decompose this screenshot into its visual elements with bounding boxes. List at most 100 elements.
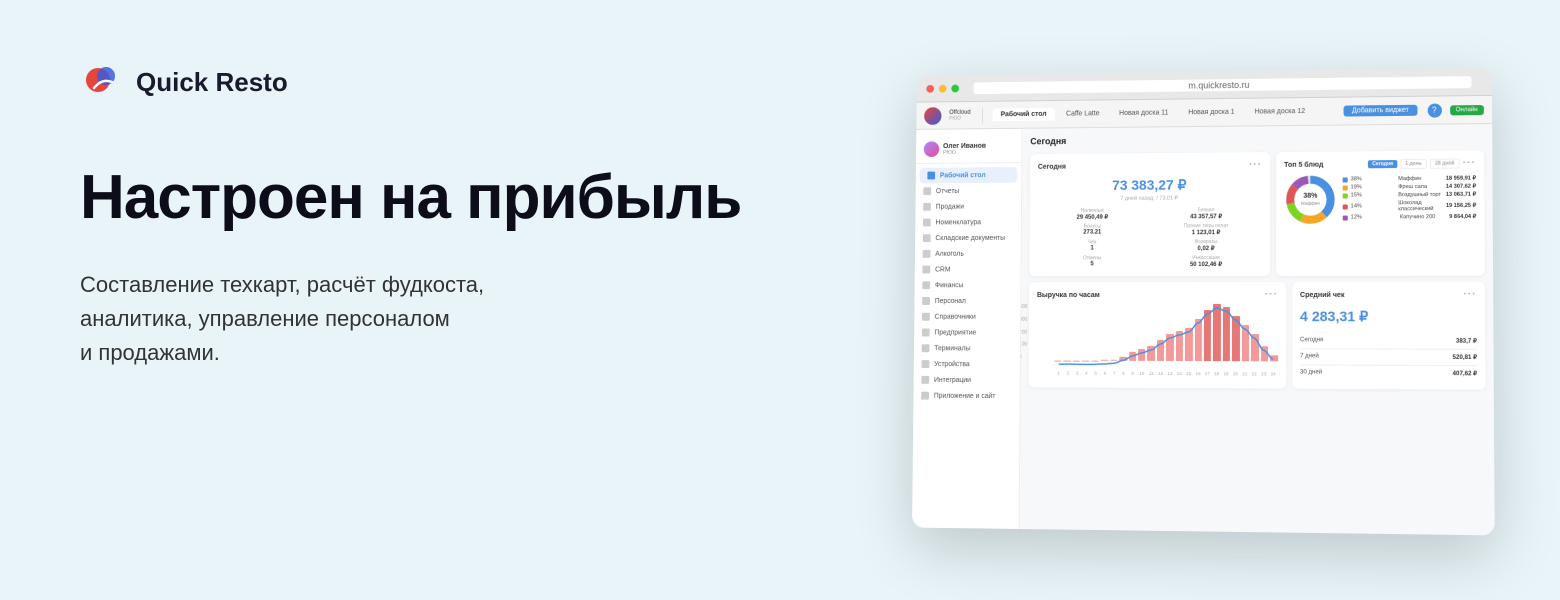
logo-area: Quick Resto <box>80 60 778 104</box>
donut-area: 38% Маффин 38% Маффин 18 959,91 ₽ <box>1284 173 1476 226</box>
avg-row-today: Сегодня 383,7 ₽ <box>1300 333 1477 350</box>
tab-dashboard[interactable]: Рабочий стол <box>993 108 1055 121</box>
sidebar-item-app[interactable]: Приложение и сайт <box>913 388 1019 404</box>
alcohol-icon <box>923 250 931 258</box>
stat-card: Безнал 43 357,57 ₽ <box>1151 207 1263 220</box>
tab-caffe[interactable]: Caffe Latte <box>1058 107 1107 120</box>
status-badge: Онлайн <box>1450 105 1484 115</box>
avg-menu[interactable]: ··· <box>1463 290 1476 300</box>
top-dishes-card: Топ 5 блюд Сегодня 1 день 28 дней ··· <box>1276 150 1485 276</box>
avg-title: Средний чек ··· <box>1300 290 1477 300</box>
dashboard-mockup: m.quickresto.ru OffcloudРЮО Рабочий стол… <box>912 68 1495 536</box>
bars-and-line <box>1054 304 1278 369</box>
today-card-title: Сегодня ··· <box>1038 160 1262 172</box>
legend-dot-4 <box>1343 215 1348 220</box>
avg-card: Средний чек ··· 4 283,31 ₽ Сегодня 383,7… <box>1292 282 1486 390</box>
chart-area: 400 300 200 100 0 <box>1036 304 1277 374</box>
references-icon <box>922 313 930 321</box>
legend-item-3: 14% Шоколад классический 19 156,25 ₽ <box>1343 200 1477 213</box>
y-axis: 400 300 200 100 0 <box>1020 304 1028 361</box>
period-28days-btn[interactable]: 28 дней <box>1430 159 1460 169</box>
legend-dot-0 <box>1343 177 1348 182</box>
legend-item-2: 15% Воздушный торт 13 063,71 ₽ <box>1343 192 1477 199</box>
avg-amount: 4 283,31 ₽ <box>1300 308 1477 325</box>
stat-cash: Наличные 29 450,49 ₽ <box>1038 208 1148 221</box>
subtext: Составление техкарт, расчёт фудкоста, ан… <box>80 268 600 370</box>
sidebar-item-reports[interactable]: Отчеты <box>916 183 1022 199</box>
revenue-line <box>1059 308 1273 365</box>
revenue-menu[interactable]: ··· <box>1265 290 1278 300</box>
today-stats: Наличные 29 450,49 ₽ Безнал 43 357,57 ₽ … <box>1037 207 1262 268</box>
today-card: Сегодня ··· 73 383,27 ₽ 7 дней назад: / … <box>1029 152 1270 276</box>
sidebar-item-alcohol[interactable]: Алкоголь <box>915 246 1021 262</box>
tab-divider <box>982 107 983 123</box>
help-icon[interactable]: ? <box>1427 103 1441 117</box>
left-panel: Quick Resto Настроен на прибыль Составле… <box>0 0 858 600</box>
avg-row-30days: 30 дней 407,62 ₽ <box>1300 365 1477 381</box>
finance-icon <box>922 281 930 289</box>
today-subtitle: 7 дней назад: / 73,01 ₽ <box>1038 195 1262 202</box>
sales-icon <box>923 203 931 211</box>
legend-dot-2 <box>1343 193 1348 198</box>
tab-company: OffcloudРЮО <box>949 109 971 121</box>
app-icon <box>921 392 929 400</box>
browser-close-dot <box>926 84 934 92</box>
period-1day-btn[interactable]: 1 день <box>1400 159 1427 169</box>
legend-item-1: 19% Фреш сала 14 307,62 ₽ <box>1343 184 1477 191</box>
dash-body: Олег Иванов РЮО Рабочий стол Отчеты Прод… <box>912 124 1495 535</box>
chart-wrapper: 400 300 200 100 0 <box>1036 304 1277 377</box>
svg-text:Маффин: Маффин <box>1301 201 1320 206</box>
top-cards-row: Сегодня ··· 73 383,27 ₽ 7 дней назад: / … <box>1029 150 1485 276</box>
sidebar-item-dashboard[interactable]: Рабочий стол <box>920 167 1018 183</box>
stat-cancels: Отмены 5 <box>1037 255 1147 268</box>
sidebar-item-menu[interactable]: Номенклатура <box>915 214 1021 230</box>
sidebar-item-warehouse[interactable]: Складские документы <box>915 230 1021 246</box>
browser-url: m.quickresto.ru <box>973 76 1471 94</box>
sidebar-avatar <box>924 141 940 157</box>
enterprise-icon <box>922 329 930 337</box>
sidebar-user: Олег Иванов РЮО <box>916 137 1022 164</box>
avg-rows: Сегодня 383,7 ₽ 7 дней 520,81 ₽ 30 дней … <box>1300 333 1477 381</box>
tab-board1[interactable]: Новая доска 11 <box>1111 106 1176 120</box>
sidebar-item-integrations[interactable]: Интеграции <box>914 372 1020 388</box>
sidebar-item-references[interactable]: Справочники <box>914 309 1020 325</box>
content-title: Сегодня <box>1030 132 1484 146</box>
sidebar-item-finance[interactable]: Финансы <box>915 277 1021 293</box>
tab-board2[interactable]: Новая доска 1 <box>1180 106 1242 120</box>
sidebar-item-staff[interactable]: Персонал <box>914 293 1020 309</box>
period-today-btn[interactable]: Сегодня <box>1368 160 1397 168</box>
revenue-title: Выручка по часам ··· <box>1037 290 1278 300</box>
today-card-menu[interactable]: ··· <box>1249 160 1262 170</box>
terminals-icon <box>922 344 930 352</box>
sidebar-item-terminals[interactable]: Терминалы <box>914 340 1020 356</box>
crm-icon <box>923 266 931 274</box>
today-amount: 73 383,27 ₽ <box>1038 176 1262 194</box>
top-dishes-menu[interactable]: ··· <box>1463 158 1476 168</box>
reports-icon <box>923 187 931 195</box>
svg-text:38%: 38% <box>1303 193 1317 200</box>
sidebar-item-crm[interactable]: CRM <box>915 261 1021 277</box>
sidebar: Олег Иванов РЮО Рабочий стол Отчеты Прод… <box>912 129 1023 529</box>
legend-dot-3 <box>1343 204 1348 209</box>
devices-icon <box>922 360 930 368</box>
legend-dot-1 <box>1343 185 1348 190</box>
sidebar-item-sales[interactable]: Продажи <box>915 198 1021 214</box>
stat-returns: Возвраты 0,02 ₽ <box>1150 239 1262 252</box>
tab-board3[interactable]: Новая доска 12 <box>1247 105 1314 119</box>
browser-maximize-dot <box>951 84 959 92</box>
staff-icon <box>922 297 930 305</box>
content-area: Сегодня Сегодня ··· 73 383,27 ₽ 7 дней н… <box>1020 124 1495 535</box>
donut-chart: 38% Маффин <box>1284 174 1336 226</box>
sidebar-item-enterprise[interactable]: Предприятие <box>914 325 1020 341</box>
legend-item-0: 38% Маффин 18 959,91 ₽ <box>1343 176 1477 183</box>
chart-line-svg <box>1054 304 1278 369</box>
stat-collection: Инкассация 50 102,46 ₽ <box>1150 255 1262 268</box>
headline: Настроен на прибыль <box>80 164 778 232</box>
add-widget-button[interactable]: Добавить виджет <box>1344 105 1417 117</box>
right-panel: m.quickresto.ru OffcloudРЮО Рабочий стол… <box>858 0 1560 600</box>
warehouse-icon <box>923 234 931 242</box>
brand-logo-icon <box>80 60 124 104</box>
legend-item-4: 12% Капучино 200 9 864,04 ₽ <box>1343 214 1477 221</box>
sidebar-item-devices[interactable]: Устройства <box>914 356 1020 372</box>
sidebar-user-info: Олег Иванов РЮО <box>943 142 986 155</box>
